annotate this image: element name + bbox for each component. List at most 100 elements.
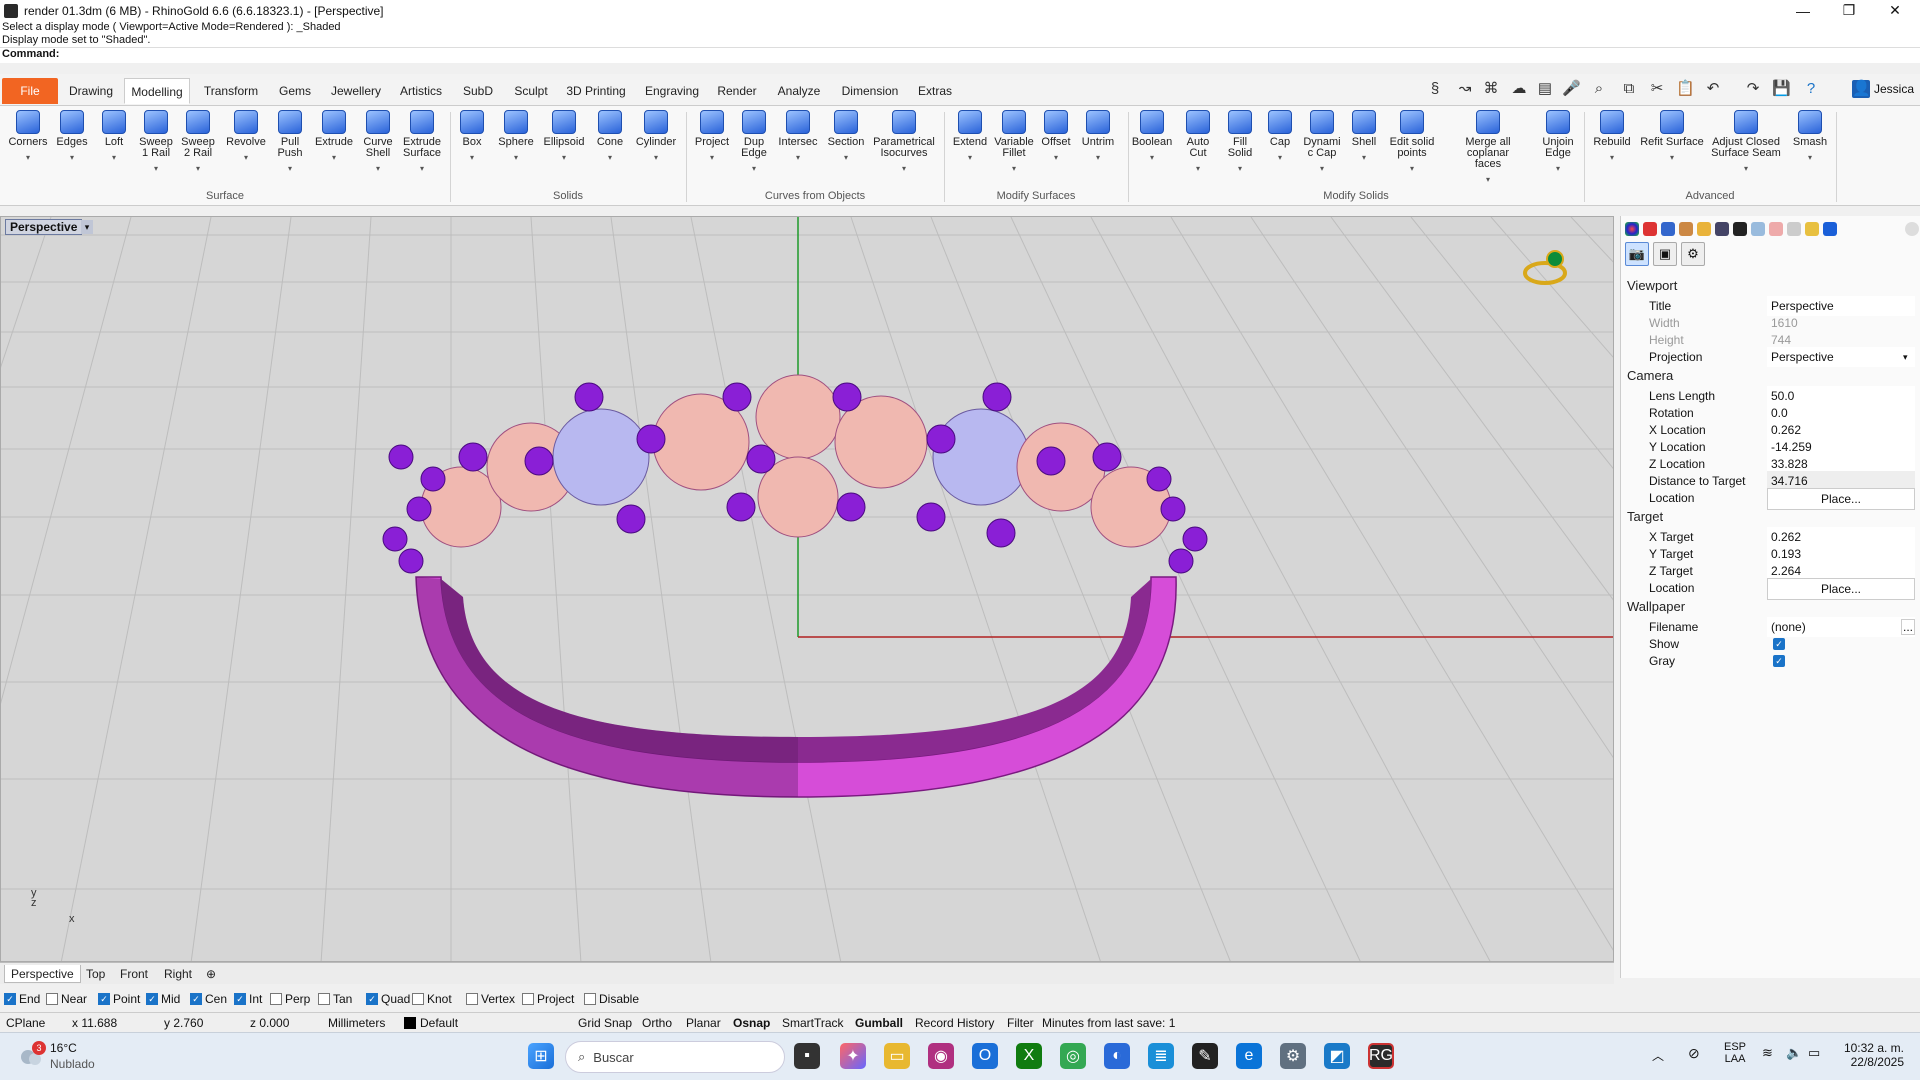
ribbon-button-unjoin-edge[interactable]: Unjoin Edge ▾ [1538, 110, 1578, 174]
ribbon-button-smash[interactable]: Smash ▾ [1790, 110, 1830, 163]
tab-modelling[interactable]: Modelling [124, 78, 190, 104]
media-app-icon[interactable]: ◉ [928, 1043, 954, 1069]
ribbon-button-section[interactable]: Section ▾ [825, 110, 867, 163]
ortho-toggle[interactable]: Ortho [642, 1015, 672, 1031]
layer-label[interactable]: Default [420, 1015, 458, 1031]
ribbon-button-variable-fillet[interactable]: Variable Fillet ▾ [992, 110, 1036, 174]
viewport-perspective[interactable]: Perspective ▾ y z x [0, 216, 1614, 962]
ribbon-button-edit-solid-points[interactable]: Edit solid points ▾ [1387, 110, 1437, 174]
tab-subd[interactable]: SubD [454, 78, 502, 104]
cloud-icon[interactable]: ☁ [1510, 80, 1528, 98]
browse-button[interactable]: ... [1901, 619, 1915, 635]
language-indicator[interactable]: ESP LAA [1724, 1041, 1746, 1065]
tab-3d-printing[interactable]: 3D Printing [560, 78, 632, 104]
outlook-icon[interactable]: O [972, 1043, 998, 1069]
weather-temp[interactable]: 16°C [50, 1041, 77, 1055]
tab-sculpt[interactable]: Sculpt [508, 78, 554, 104]
chevron-down-icon[interactable]: ▾ [1302, 163, 1342, 174]
tab-artistics[interactable]: Artistics [394, 78, 448, 104]
ribbon-button-adjust-closed-surface-seam[interactable]: Adjust Closed Surface Seam ▾ [1708, 110, 1784, 174]
color-wheel-icon[interactable] [1625, 222, 1639, 236]
ribbon-button-boolean[interactable]: Boolean ▾ [1129, 110, 1175, 163]
chevron-down-icon[interactable]: ▾ [950, 152, 990, 163]
ribbon-button-cylinder[interactable]: Cylinder ▾ [631, 110, 681, 163]
ribbon-button-merge-all-coplanar-faces[interactable]: Merge all coplanar faces ▾ [1443, 110, 1533, 185]
chevron-down-icon[interactable]: ▾ [452, 152, 492, 163]
app-icon-blue[interactable]: ◐ [1104, 1043, 1130, 1069]
osnap-checkbox[interactable]: ✓ [146, 993, 158, 1005]
panel-settings-icon[interactable] [1905, 222, 1919, 236]
file-explorer-icon[interactable]: ▭ [884, 1043, 910, 1069]
osnap-toggle[interactable]: Osnap [733, 1015, 770, 1031]
copilot-icon[interactable]: ✦ [840, 1043, 866, 1069]
ribbon-button-ellipsoid[interactable]: Ellipsoid ▾ [540, 110, 588, 163]
osnap-checkbox[interactable] [270, 993, 282, 1005]
brush-icon[interactable] [1679, 222, 1693, 236]
ribbon-button-loft[interactable]: Loft ▾ [94, 110, 134, 163]
ribbon-button-extend[interactable]: Extend ▾ [950, 110, 990, 163]
minimize-button[interactable]: — [1780, 0, 1826, 21]
chevron-down-icon[interactable]: ▾ [1538, 163, 1578, 174]
osnap-checkbox[interactable] [46, 993, 58, 1005]
ribbon-button-parametrical-isocurves[interactable]: Parametrical Isocurves ▾ [871, 110, 937, 174]
render-icon[interactable] [1661, 222, 1675, 236]
tab-analyze[interactable]: Analyze [770, 78, 828, 104]
ribbon-button-extrude[interactable]: Extrude ▾ [312, 110, 356, 163]
chevron-down-icon[interactable]: ▾ [224, 152, 268, 163]
chevron-down-icon[interactable]: ▾ [94, 152, 134, 163]
photos-icon[interactable]: ◩ [1324, 1043, 1350, 1069]
ribbon-button-cone[interactable]: Cone ▾ [590, 110, 630, 163]
settings-icon[interactable]: ⚙ [1280, 1043, 1306, 1069]
units-label[interactable]: Millimeters [328, 1015, 385, 1031]
smarttrack-toggle[interactable]: SmartTrack [782, 1015, 844, 1031]
osnap-checkbox[interactable] [466, 993, 478, 1005]
ribbon-button-curve-shell[interactable]: Curve Shell ▾ [358, 110, 398, 174]
chevron-down-icon[interactable]: ▾ [177, 163, 219, 174]
chevron-down-icon[interactable]: ▾ [1387, 163, 1437, 174]
chevron-down-icon[interactable]: ▾ [540, 152, 588, 163]
tab-render[interactable]: Render [712, 78, 762, 104]
ticket-icon[interactable]: ▤ [1536, 80, 1554, 98]
chevron-down-icon[interactable]: ▾ [1708, 163, 1784, 174]
user-name[interactable]: Jessica [1874, 82, 1914, 96]
chevron-down-icon[interactable]: ▾ [825, 152, 867, 163]
osnap-near[interactable]: Near [46, 991, 87, 1007]
curve-tool-icon[interactable]: ↝ [1456, 80, 1474, 98]
copy-icon[interactable]: ⧉ [1620, 80, 1638, 98]
light-icon[interactable] [1751, 222, 1765, 236]
osnap-checkbox[interactable]: ✓ [190, 993, 202, 1005]
gumball-toggle[interactable]: Gumball [855, 1015, 903, 1031]
record-history-toggle[interactable]: Record History [915, 1015, 994, 1031]
tab-file[interactable]: File [2, 78, 58, 104]
chevron-down-icon[interactable]: ▾ [590, 152, 630, 163]
chevron-down-icon[interactable]: ▾ [689, 152, 735, 163]
network-icon[interactable]: ⌘ [1482, 80, 1500, 98]
osnap-quad[interactable]: ✓ Quad [366, 991, 410, 1007]
rhino-icon[interactable]: ✎ [1192, 1043, 1218, 1069]
chrome-icon[interactable]: ◎ [1060, 1043, 1086, 1069]
osnap-end[interactable]: ✓ End [4, 991, 40, 1007]
folder-icon[interactable] [1697, 222, 1711, 236]
ribbon-button-auto-cut[interactable]: Auto Cut ▾ [1178, 110, 1218, 174]
osnap-tan[interactable]: Tan [318, 991, 352, 1007]
redo-icon[interactable]: ↷ [1744, 80, 1762, 98]
osnap-checkbox[interactable] [412, 993, 424, 1005]
chevron-down-icon[interactable]: ▾ [270, 163, 310, 174]
planar-toggle[interactable]: Planar [686, 1015, 721, 1031]
osnap-perp[interactable]: Perp [270, 991, 310, 1007]
document-icon[interactable] [1787, 222, 1801, 236]
task-view-icon[interactable]: ▪ [794, 1043, 820, 1069]
grid-snap-toggle[interactable]: Grid Snap [578, 1015, 632, 1031]
osnap-checkbox[interactable]: ✓ [4, 993, 16, 1005]
ribbon-button-edges[interactable]: Edges ▾ [52, 110, 92, 163]
osnap-checkbox[interactable]: ✓ [98, 993, 110, 1005]
ribbon-button-rebuild[interactable]: Rebuild ▾ [1592, 110, 1632, 163]
osnap-project[interactable]: Project [522, 991, 574, 1007]
user-avatar-icon[interactable]: 👤 [1852, 80, 1871, 98]
chevron-down-icon[interactable]: ▾ [6, 152, 50, 163]
ribbon-button-box[interactable]: Box ▾ [452, 110, 492, 163]
chevron-down-icon[interactable]: ▾ [1638, 152, 1706, 163]
ribbon-button-untrim[interactable]: Untrim ▾ [1078, 110, 1118, 163]
chevron-down-icon[interactable]: ▾ [1078, 152, 1118, 163]
ribbon-button-corners[interactable]: Corners ▾ [6, 110, 50, 163]
